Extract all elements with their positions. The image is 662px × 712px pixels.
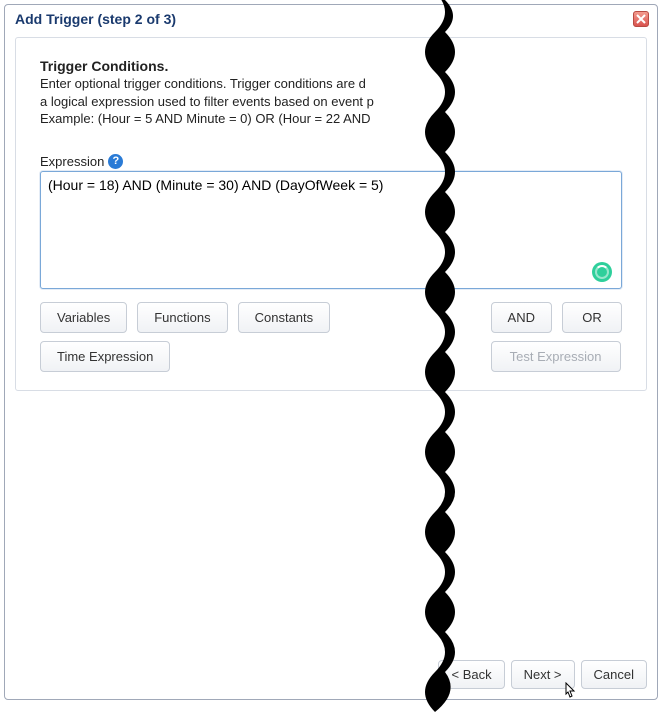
trigger-conditions-description: Enter optional trigger conditions. Trigg… bbox=[40, 75, 622, 128]
dialog-title: Add Trigger (step 2 of 3) bbox=[15, 11, 176, 27]
expression-buttons: Variables Functions Constants Time Expre… bbox=[40, 302, 622, 372]
dialog-content: Trigger Conditions. Enter optional trigg… bbox=[5, 31, 657, 699]
close-button[interactable] bbox=[633, 11, 649, 27]
variables-button[interactable]: Variables bbox=[40, 302, 127, 333]
add-trigger-dialog: Add Trigger (step 2 of 3) Trigger Condit… bbox=[4, 4, 658, 700]
expression-textarea[interactable]: (Hour = 18) AND (Minute = 30) AND (DayOf… bbox=[40, 171, 622, 289]
or-button[interactable]: OR bbox=[562, 302, 622, 333]
test-expression-button[interactable]: Test Expression bbox=[491, 341, 621, 372]
dialog-titlebar: Add Trigger (step 2 of 3) bbox=[5, 5, 657, 31]
back-button[interactable]: < Back bbox=[438, 660, 504, 689]
dialog-footer: < Back Next > Cancel bbox=[15, 654, 647, 691]
help-icon[interactable]: ? bbox=[108, 154, 123, 169]
close-icon bbox=[636, 14, 646, 24]
trigger-conditions-panel: Trigger Conditions. Enter optional trigg… bbox=[15, 37, 647, 391]
time-expression-button[interactable]: Time Expression bbox=[40, 341, 170, 372]
trigger-conditions-title: Trigger Conditions. bbox=[40, 58, 622, 74]
expression-block: Expression ? (Hour = 18) AND (Minute = 3… bbox=[40, 154, 622, 292]
expression-label: Expression bbox=[40, 154, 104, 169]
and-button[interactable]: AND bbox=[491, 302, 552, 333]
next-button[interactable]: Next > bbox=[511, 660, 575, 689]
functions-button[interactable]: Functions bbox=[137, 302, 227, 333]
constants-button[interactable]: Constants bbox=[238, 302, 331, 333]
cancel-button[interactable]: Cancel bbox=[581, 660, 647, 689]
expression-label-row: Expression ? bbox=[40, 154, 622, 169]
loading-spinner-icon bbox=[592, 262, 612, 282]
